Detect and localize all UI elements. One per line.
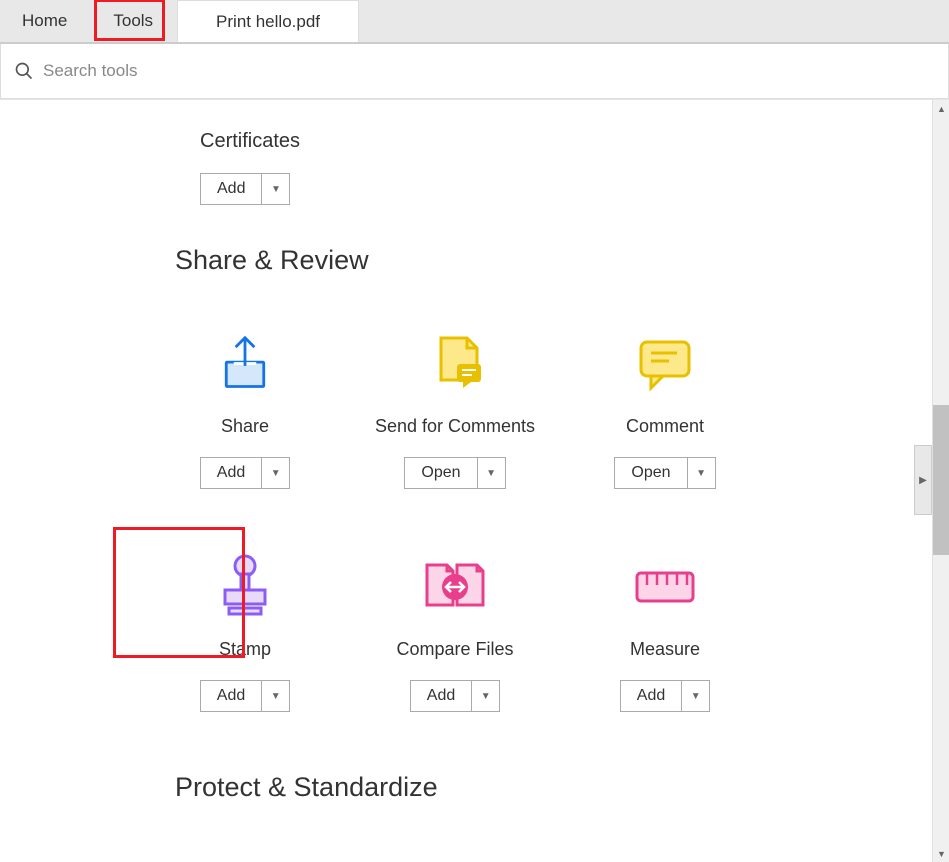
compare-dropdown[interactable]: ▼	[472, 680, 500, 712]
stamp-label: Stamp	[219, 639, 271, 660]
scrollbar-up-icon[interactable]: ▲	[933, 100, 949, 117]
send-comments-icon	[390, 316, 520, 411]
compare-label: Compare Files	[396, 639, 513, 660]
section-protect-standardize: Protect & Standardize	[175, 772, 932, 803]
search-icon	[13, 60, 35, 82]
certificates-add-button[interactable]: Add	[200, 173, 262, 205]
section-share-review: Share & Review	[175, 245, 932, 276]
measure-add-button[interactable]: Add	[620, 680, 682, 712]
stamp-add-button[interactable]: Add	[200, 680, 262, 712]
share-icon	[180, 316, 310, 411]
stamp-dropdown[interactable]: ▼	[262, 680, 290, 712]
scrollbar-thumb[interactable]	[933, 405, 949, 555]
tool-compare[interactable]: Compare Files Add ▼	[350, 539, 560, 712]
comment-label: Comment	[626, 416, 704, 437]
scrollbar[interactable]: ▲ ▼	[932, 100, 949, 862]
tool-comment[interactable]: Comment Open ▼	[560, 316, 770, 489]
share-add-button[interactable]: Add	[200, 457, 262, 489]
comment-icon	[600, 316, 730, 411]
search-bar	[0, 43, 949, 99]
certificates-title: Certificates	[200, 130, 932, 153]
tool-stamp[interactable]: Stamp Add ▼	[140, 539, 350, 712]
share-label: Share	[221, 416, 269, 437]
tool-measure[interactable]: Measure Add ▼	[560, 539, 770, 712]
send-comments-dropdown[interactable]: ▼	[478, 457, 506, 489]
measure-dropdown[interactable]: ▼	[682, 680, 710, 712]
certificates-action: Add ▼	[200, 173, 932, 205]
measure-label: Measure	[630, 639, 700, 660]
tab-document[interactable]: Print hello.pdf	[177, 0, 359, 42]
send-comments-open-button[interactable]: Open	[404, 457, 477, 489]
comment-dropdown[interactable]: ▼	[688, 457, 716, 489]
tab-home[interactable]: Home	[0, 0, 89, 42]
search-input[interactable]	[43, 61, 948, 81]
share-dropdown[interactable]: ▼	[262, 457, 290, 489]
send-comments-label: Send for Comments	[375, 416, 535, 437]
comment-open-button[interactable]: Open	[614, 457, 687, 489]
tab-bar: Home Tools Print hello.pdf	[0, 0, 949, 43]
side-panel-toggle[interactable]: ▶	[914, 445, 932, 515]
certificates-dropdown[interactable]: ▼	[262, 173, 290, 205]
compare-add-button[interactable]: Add	[410, 680, 472, 712]
measure-icon	[600, 539, 730, 634]
tool-send-comments[interactable]: Send for Comments Open ▼	[350, 316, 560, 489]
tab-tools[interactable]: Tools	[89, 0, 177, 42]
compare-icon	[390, 539, 520, 634]
scrollbar-down-icon[interactable]: ▼	[933, 845, 949, 862]
stamp-icon	[180, 539, 310, 634]
content-area: Certificates Add ▼ Share & Review	[0, 99, 949, 862]
tool-share[interactable]: Share Add ▼	[140, 316, 350, 489]
